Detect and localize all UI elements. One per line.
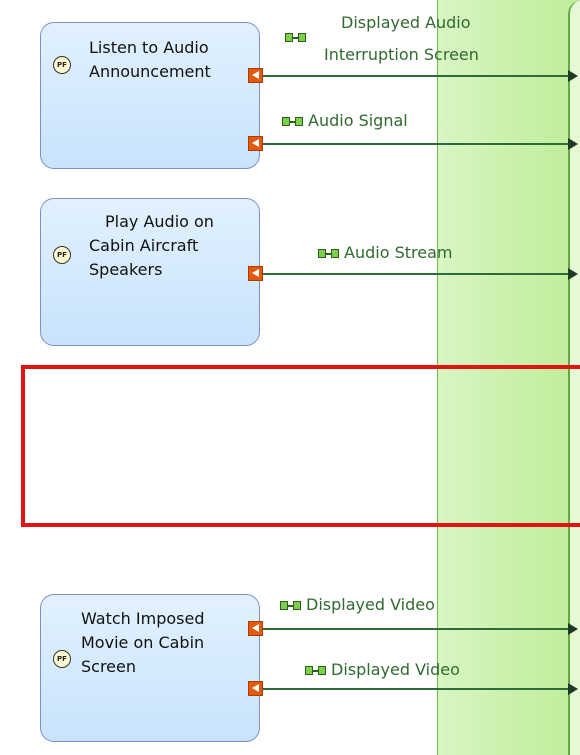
- exchange-arrowhead: [568, 623, 578, 635]
- exchange-label[interactable]: Audio Signal: [282, 110, 408, 131]
- function-label-line: Play Audio on: [105, 212, 214, 231]
- exchange-icon: [285, 31, 307, 45]
- function-port[interactable]: [248, 68, 263, 83]
- function-port[interactable]: [248, 266, 263, 281]
- function-port[interactable]: [248, 681, 263, 696]
- function-label-line: Movie on Cabin: [81, 633, 205, 652]
- function-label-line: Listen to Audio: [89, 38, 209, 57]
- exchange-label-text: Audio Stream: [344, 243, 453, 262]
- exchange-label[interactable]: Displayed Video: [305, 659, 460, 680]
- function-label-line: Announcement: [89, 62, 211, 81]
- function-watch-movie[interactable]: PF Watch Imposed Movie on Cabin Screen: [40, 594, 260, 742]
- exchange-label-line: Interruption Screen: [324, 45, 479, 64]
- exchange-icon: [280, 599, 302, 613]
- exchange-label-text: Displayed Video: [306, 595, 435, 614]
- exchange-icon: [305, 664, 327, 678]
- function-label-line: Watch Imposed: [81, 609, 205, 628]
- exchange-icon: [282, 115, 304, 129]
- exchange-label[interactable]: [285, 26, 311, 47]
- exchange-icon: [318, 247, 340, 261]
- exchange-label-line: Displayed Audio: [341, 13, 471, 32]
- exchange-label-text: Displayed Video: [331, 660, 460, 679]
- exchange-label-text: Audio Signal: [308, 111, 408, 130]
- exchange-line[interactable]: [262, 688, 568, 690]
- exchange-line[interactable]: [262, 143, 568, 145]
- function-label-line: Screen: [81, 657, 137, 676]
- function-listen-to-audio[interactable]: PF Listen to Audio Announcement: [40, 22, 260, 169]
- function-label-line: Speakers: [89, 260, 163, 279]
- exchange-label[interactable]: Displayed Video: [280, 594, 435, 615]
- exchange-line[interactable]: [262, 273, 568, 275]
- function-port[interactable]: [248, 621, 263, 636]
- function-label-line: Cabin Aircraft: [89, 236, 199, 255]
- exchange-arrowhead: [568, 683, 578, 695]
- highlight-box: [21, 365, 580, 527]
- physical-function-icon: PF: [53, 650, 71, 668]
- exchange-arrowhead: [568, 138, 578, 150]
- exchange-arrowhead: [568, 268, 578, 280]
- function-play-audio[interactable]: PF Play Audio on Cabin Aircraft Speakers: [40, 198, 260, 346]
- exchange-line[interactable]: [262, 75, 568, 77]
- exchange-line[interactable]: [262, 628, 568, 630]
- function-port[interactable]: [248, 136, 263, 151]
- physical-function-icon: PF: [53, 246, 71, 264]
- physical-function-icon: PF: [53, 56, 71, 74]
- exchange-label[interactable]: Audio Stream: [318, 242, 452, 263]
- exchange-arrowhead: [568, 70, 578, 82]
